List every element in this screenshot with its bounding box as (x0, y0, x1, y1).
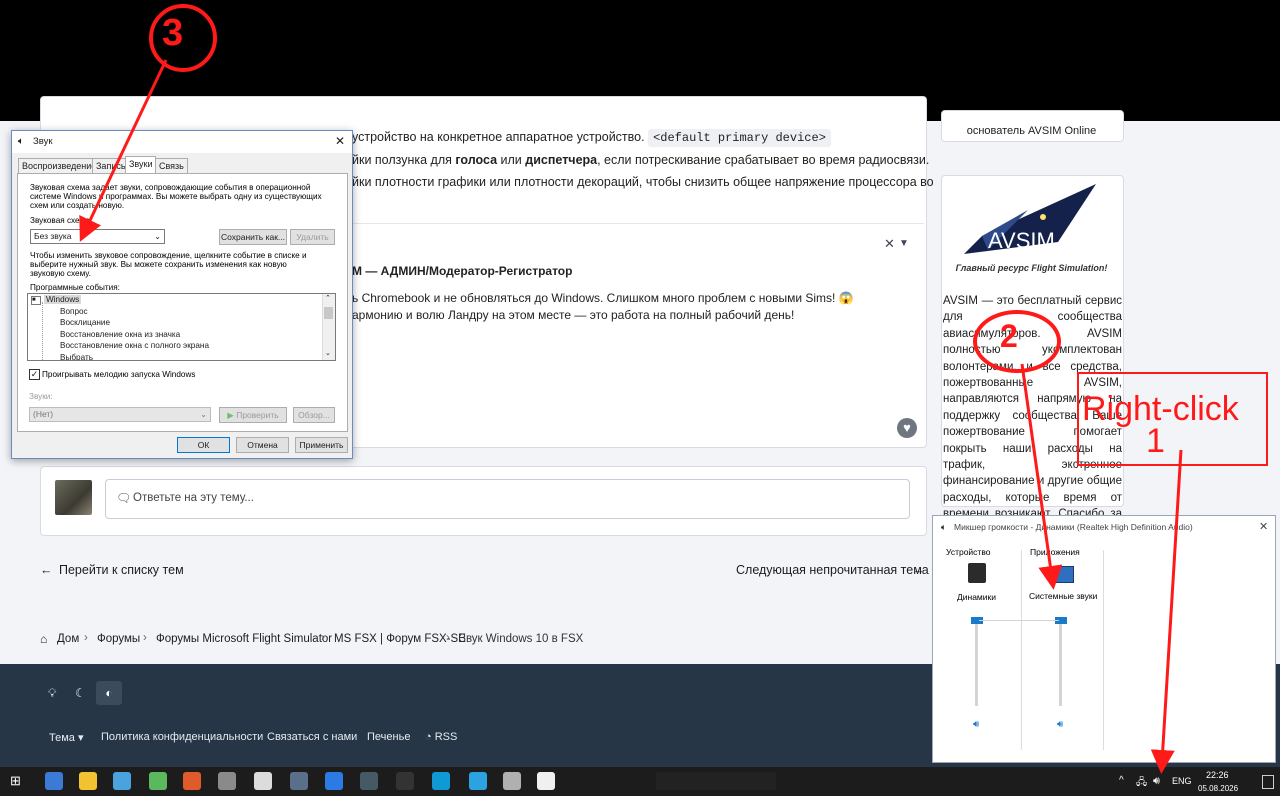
arrow-2 (1020, 363, 1063, 590)
annotation-arrows (79, 59, 1183, 774)
arrow-1 (1150, 449, 1183, 774)
arrow-3 (79, 59, 168, 242)
